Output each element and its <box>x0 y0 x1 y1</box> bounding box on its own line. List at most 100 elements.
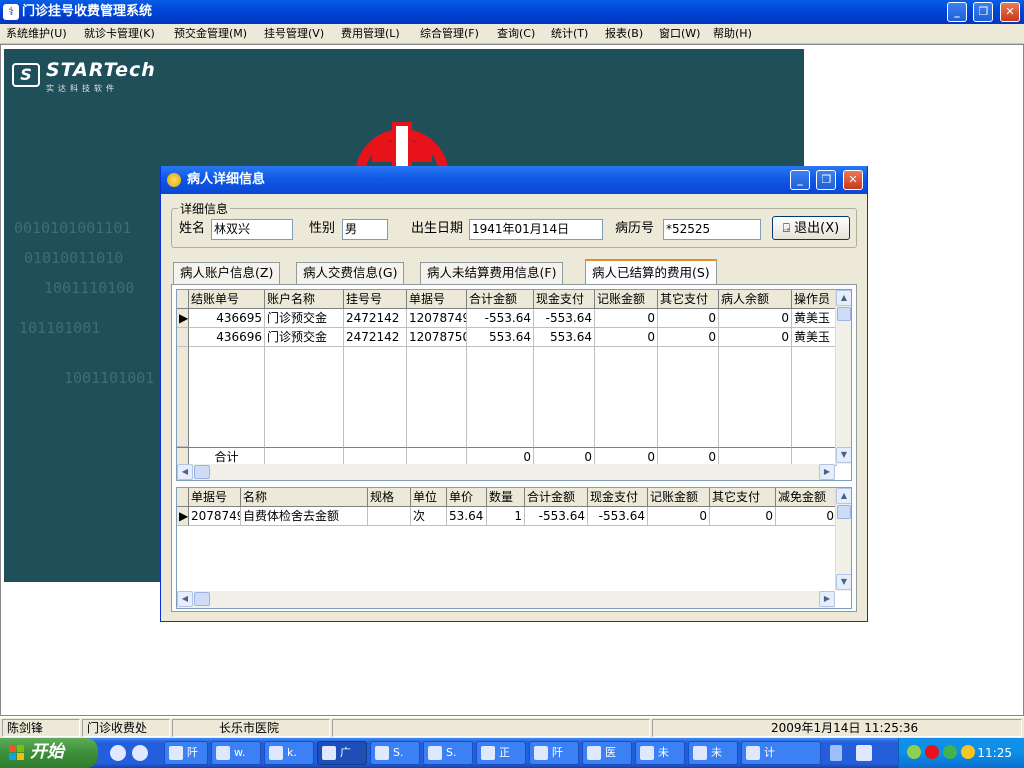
menu-fee-management[interactable]: 费用管理(L) <box>339 24 402 44</box>
col-header[interactable]: 账户名称 <box>265 290 344 309</box>
folder-icon <box>269 746 283 760</box>
scroll-thumb[interactable] <box>837 307 851 321</box>
col-header[interactable]: 单价 <box>447 488 487 507</box>
scroll-left-icon[interactable]: ◀ <box>177 464 193 480</box>
menu-registration-management[interactable]: 挂号管理(V) <box>262 24 326 44</box>
scroll-left-icon[interactable]: ◀ <box>177 591 193 607</box>
detail-vertical-scrollbar[interactable]: ▲ ▼ <box>835 488 851 591</box>
table-cell: -553.64 <box>525 507 588 526</box>
table-cell: -553.64 <box>588 507 648 526</box>
menu-query[interactable]: 查询(C) <box>495 24 537 44</box>
col-header[interactable]: 名称 <box>241 488 368 507</box>
col-header[interactable]: 挂号号 <box>344 290 407 309</box>
scroll-down-icon[interactable]: ▼ <box>836 574 851 590</box>
col-header[interactable]: 合计金额 <box>525 488 588 507</box>
table-cell <box>368 507 411 526</box>
menu-help[interactable]: 帮助(H) <box>711 24 754 44</box>
detail-grid[interactable]: 单据号 名称 规格 单位 单价 数量 合计金额 现金支付 记账金额 其它支付 减… <box>176 487 852 609</box>
col-header[interactable]: 现金支付 <box>534 290 595 309</box>
scroll-right-icon[interactable]: ▶ <box>819 591 835 607</box>
minimize-button[interactable]: _ <box>946 2 967 22</box>
taskbar-item[interactable]: w. <box>211 741 261 765</box>
scroll-thumb[interactable] <box>194 592 210 606</box>
tab-strip: 病人账户信息(Z) 病人交费信息(G) 病人未结算费用信息(F) 病人已结算的费… <box>171 259 857 284</box>
scroll-thumb[interactable] <box>837 505 851 519</box>
col-header[interactable]: 现金支付 <box>588 488 648 507</box>
taskbar-item[interactable]: 医 <box>582 741 632 765</box>
menu-general-management[interactable]: 综合管理(F) <box>418 24 481 44</box>
col-header[interactable]: 结账单号 <box>189 290 265 309</box>
col-header[interactable]: 病人余额 <box>719 290 792 309</box>
table-cell: 553.64 <box>467 328 534 347</box>
close-button[interactable]: ✕ <box>1000 2 1020 22</box>
col-header[interactable]: 规格 <box>368 488 411 507</box>
tab-payment-info[interactable]: 病人交费信息(G) <box>296 262 405 284</box>
settlement-grid[interactable]: 结账单号 账户名称 挂号号 单据号 合计金额 现金支付 记账金额 其它支付 病人… <box>176 289 852 481</box>
stop-icon[interactable] <box>925 745 939 759</box>
taskbar-item[interactable]: 阡 <box>164 741 208 765</box>
col-header[interactable]: 操作员 <box>792 290 837 309</box>
exit-button[interactable]: ⍈ 退出(X) <box>772 216 850 240</box>
start-button[interactable]: 开始 <box>0 738 98 768</box>
col-header[interactable]: 记账金额 <box>595 290 658 309</box>
tab-settled-fees[interactable]: 病人已结算的费用(S) <box>585 259 717 284</box>
browser-quicklaunch-icon[interactable] <box>132 745 148 761</box>
col-header[interactable]: 单据号 <box>407 290 467 309</box>
settlement-horizontal-scrollbar[interactable]: ◀ ▶ <box>177 464 835 480</box>
medical-record-field[interactable]: *52525 <box>663 219 761 240</box>
taskbar-item[interactable]: 计 <box>741 741 821 765</box>
col-header[interactable]: 记账金额 <box>648 488 710 507</box>
name-field[interactable]: 林双兴 <box>211 219 293 240</box>
taskbar-item[interactable]: 正 <box>476 741 526 765</box>
taskbar-item[interactable]: 未 <box>635 741 685 765</box>
menu-statistics[interactable]: 统计(T) <box>549 24 590 44</box>
restore-button[interactable]: ❐ <box>973 2 994 22</box>
network-icon[interactable] <box>907 745 921 759</box>
detail-horizontal-scrollbar[interactable]: ◀ ▶ <box>177 591 835 608</box>
scroll-thumb[interactable] <box>194 465 210 479</box>
table-cell: -553.64 <box>467 309 534 328</box>
tab-unsettled-fees[interactable]: 病人未结算费用信息(F) <box>420 262 564 284</box>
sex-field[interactable]: 男 <box>342 219 388 240</box>
dialog-close-button[interactable]: ✕ <box>843 170 863 190</box>
col-header[interactable]: 其它支付 <box>658 290 719 309</box>
col-header[interactable]: 合计金额 <box>467 290 534 309</box>
tab-account-info[interactable]: 病人账户信息(Z) <box>173 262 281 284</box>
table-cell: 自费体检舍去金额 <box>241 507 368 526</box>
col-header[interactable]: 数量 <box>487 488 525 507</box>
tray-clock[interactable]: 11:25 <box>977 738 1012 768</box>
taskbar-item-active[interactable]: 广 <box>317 741 367 765</box>
keyboard-icon[interactable] <box>856 745 872 761</box>
menu-window[interactable]: 窗口(W) <box>657 24 702 44</box>
scroll-down-icon[interactable]: ▼ <box>836 447 851 463</box>
scroll-up-icon[interactable]: ▲ <box>836 290 851 306</box>
taskbar-item[interactable]: 阡 <box>529 741 579 765</box>
empty-cell <box>407 347 467 447</box>
empty-cell <box>719 347 792 447</box>
taskbar-item[interactable]: k. <box>264 741 314 765</box>
scroll-right-icon[interactable]: ▶ <box>819 464 835 480</box>
shield-icon[interactable] <box>943 745 957 759</box>
window-controls: _ ❐ ✕ <box>945 2 1020 26</box>
ie-quicklaunch-icon[interactable] <box>110 745 126 761</box>
scroll-up-icon[interactable]: ▲ <box>836 488 851 504</box>
menu-reports[interactable]: 报表(B) <box>603 24 645 44</box>
birth-date-field[interactable]: 1941年01月14日 <box>469 219 603 240</box>
alert-icon[interactable] <box>961 745 975 759</box>
col-header[interactable]: 单据号 <box>189 488 241 507</box>
col-header[interactable]: 其它支付 <box>710 488 776 507</box>
menu-deposit-management[interactable]: 预交金管理(M) <box>172 24 249 44</box>
dialog-minimize-button[interactable]: _ <box>789 170 810 190</box>
taskbar-item[interactable]: S. <box>370 741 420 765</box>
empty-cell <box>658 347 719 447</box>
taskbar-item[interactable]: 未 <box>688 741 738 765</box>
row-indicator <box>177 328 189 347</box>
menu-card-management[interactable]: 就诊卡管理(K) <box>82 24 157 44</box>
taskbar-item[interactable]: S. <box>423 741 473 765</box>
settlement-vertical-scrollbar[interactable]: ▲ ▼ <box>835 290 851 464</box>
col-header[interactable]: 单位 <box>411 488 447 507</box>
dialog-maximize-button[interactable]: ❐ <box>816 170 837 190</box>
menu-system-maintenance[interactable]: 系统维护(U) <box>4 24 69 44</box>
taskbar-scroll-icon[interactable] <box>830 745 842 761</box>
col-header[interactable]: 减免金额 <box>776 488 837 507</box>
